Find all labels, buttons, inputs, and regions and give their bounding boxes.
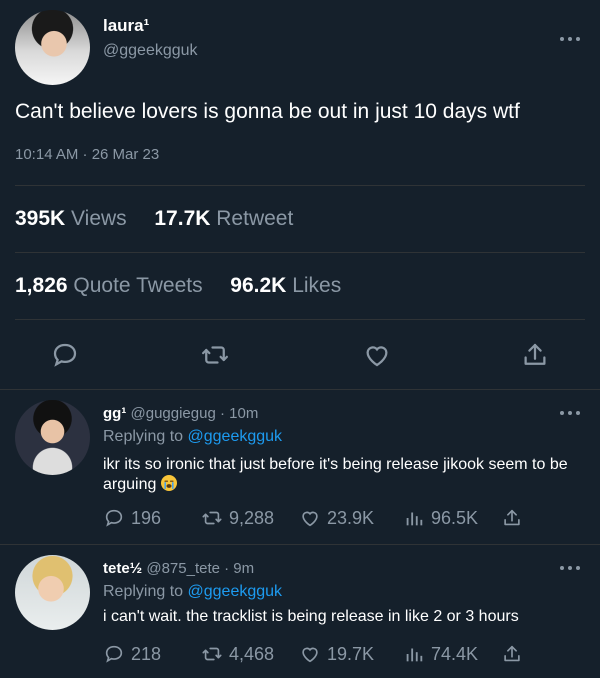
share-icon[interactable]	[520, 340, 550, 370]
retweet-count-value: 4,468	[229, 643, 275, 664]
views-label: Views	[71, 207, 127, 230]
retweet-count[interactable]: 9,288	[201, 507, 274, 529]
replying-prefix: Replying to	[103, 428, 184, 445]
reply-text: ikr its so ironic that just before it's …	[103, 455, 573, 495]
reply-count[interactable]: 196	[103, 507, 161, 529]
like-count[interactable]: 19.7K	[299, 643, 374, 665]
views-count-value: 74.4K	[431, 643, 479, 664]
retweet-icon[interactable]	[200, 340, 230, 370]
retweet-icon	[202, 511, 222, 525]
replying-to-link[interactable]: @ggeekgguk	[188, 428, 283, 445]
quotes-likes-row: 1,826 Quote Tweets 96.2K Likes	[15, 274, 341, 298]
author-handle[interactable]: @ggeekgguk	[103, 42, 198, 60]
replying-to: Replying to @ggeekgguk	[103, 428, 282, 446]
reply-count-value: 218	[131, 643, 162, 664]
retweet-count[interactable]: 4,468	[201, 643, 274, 665]
like-count-value: 19.7K	[327, 643, 375, 664]
reply-handle-time[interactable]: @guggiegug · 10m	[131, 405, 259, 422]
reply-actions: 196 9,288 23.9K 96.5K	[103, 507, 540, 531]
divider	[15, 319, 585, 320]
reply-count[interactable]: 218	[103, 643, 161, 665]
reply-avatar[interactable]	[15, 555, 90, 630]
views-icon	[406, 648, 423, 662]
like-icon	[302, 647, 318, 663]
reply-count-value: 196	[131, 507, 162, 528]
like-icon[interactable]	[362, 340, 392, 370]
reply-header: tete½ @875_tete · 9m	[103, 560, 254, 577]
like-icon	[302, 511, 318, 527]
reply-avatar[interactable]	[15, 400, 90, 475]
divider	[15, 185, 585, 186]
reply-icon	[105, 509, 123, 527]
likes-label[interactable]: Likes	[292, 274, 341, 297]
reply-text: i can't wait. the tracklist is being rel…	[103, 608, 519, 625]
reply-display-name[interactable]: gg¹	[103, 405, 126, 422]
reply-actions: 218 4,468 19.7K 74.4K	[103, 643, 540, 667]
author-avatar[interactable]	[15, 10, 90, 85]
reply-header: gg¹ @guggiegug · 10m	[103, 405, 258, 422]
reply-display-name[interactable]: tete½	[103, 560, 142, 577]
replying-to: Replying to @ggeekgguk	[103, 583, 282, 601]
like-count[interactable]: 23.9K	[299, 507, 374, 529]
views-count-value: 96.5K	[431, 507, 479, 528]
divider	[0, 389, 600, 390]
retweet-icon	[202, 647, 222, 661]
share-button[interactable]	[501, 643, 529, 665]
more-options-icon[interactable]	[560, 36, 580, 42]
share-button[interactable]	[501, 507, 529, 529]
retweet-count[interactable]: 17.7K	[154, 207, 210, 230]
share-icon	[504, 509, 520, 526]
more-options-icon[interactable]	[560, 565, 580, 571]
views-retweets-row: 395K Views 17.7K Retweet	[15, 207, 293, 231]
retweet-label[interactable]: Retweet	[216, 207, 293, 230]
share-icon	[504, 645, 520, 662]
reply-icon[interactable]	[50, 340, 80, 370]
author-display-name[interactable]: laura¹	[103, 16, 149, 36]
like-count-value: 23.9K	[327, 507, 375, 528]
loudly-crying-face-icon	[160, 475, 177, 491]
likes-count[interactable]: 96.2K	[230, 274, 286, 297]
divider	[0, 544, 600, 545]
reply-icon	[105, 645, 123, 663]
replying-prefix: Replying to	[103, 583, 184, 600]
retweet-count-value: 9,288	[229, 507, 275, 528]
views-count[interactable]: 74.4K	[403, 643, 478, 665]
views-icon	[406, 512, 423, 526]
tweet-text: Can't believe lovers is gonna be out in …	[15, 100, 520, 123]
replying-to-link[interactable]: @ggeekgguk	[188, 583, 283, 600]
quote-count[interactable]: 1,826	[15, 274, 68, 297]
views-count[interactable]: 96.5K	[403, 507, 478, 529]
divider	[15, 252, 585, 253]
reply-handle-time[interactable]: @875_tete · 9m	[146, 560, 254, 577]
tweet-timestamp[interactable]: 10:14 AM · 26 Mar 23	[15, 146, 159, 163]
views-count: 395K	[15, 207, 66, 230]
quote-label[interactable]: Quote Tweets	[73, 274, 202, 297]
more-options-icon[interactable]	[560, 410, 580, 416]
